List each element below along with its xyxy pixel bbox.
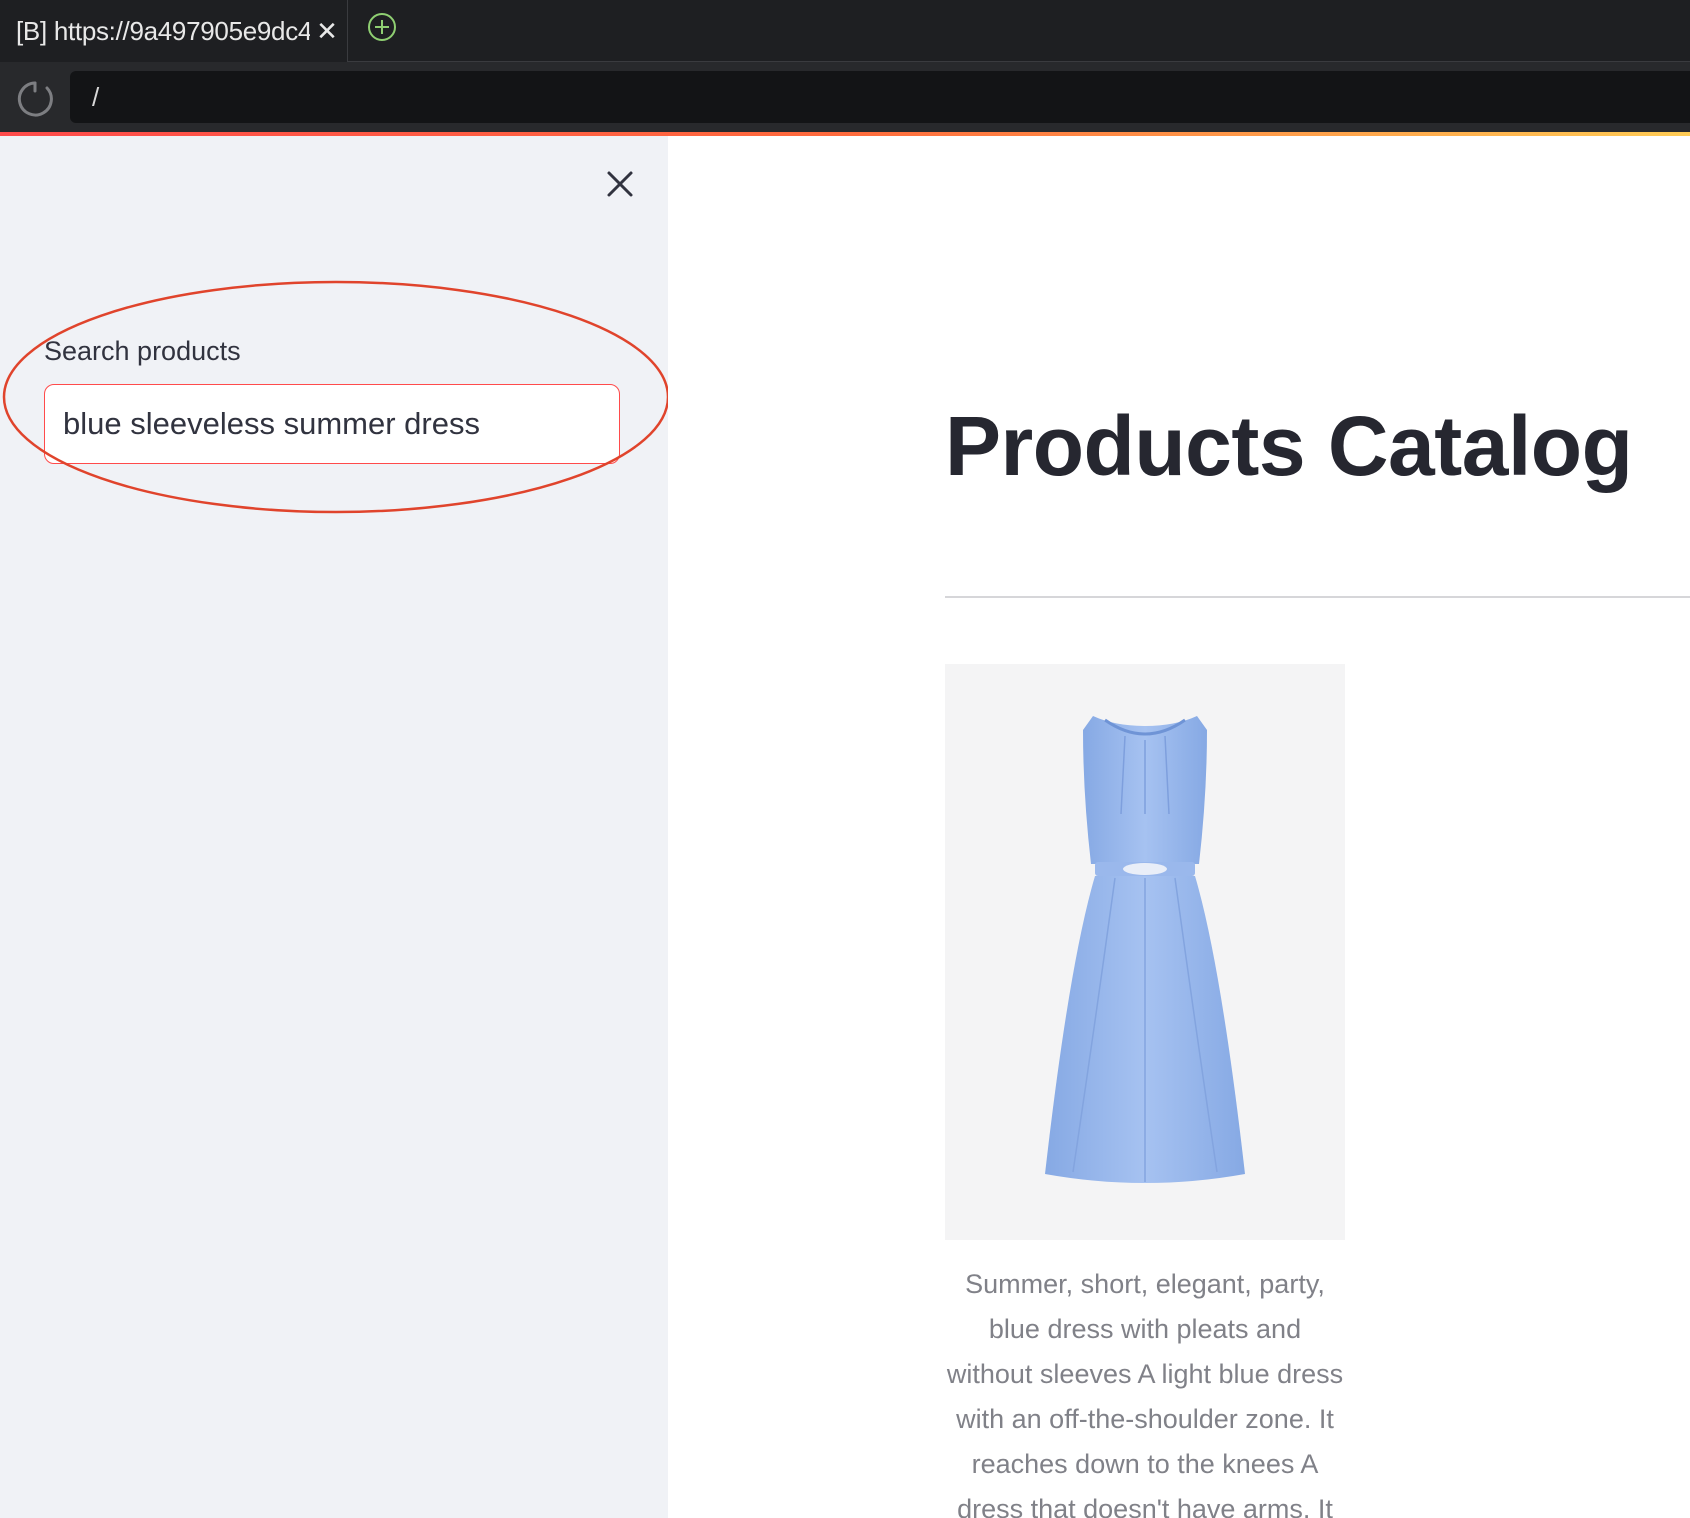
browser-tab-bar: [B] https://9a497905e9dc4 ✕ [0,0,1690,62]
address-text: / [92,81,100,112]
blue-dress-image [945,664,1345,1240]
plus-circle-icon[interactable] [367,12,397,42]
title-divider [945,596,1690,598]
main-content: Products Catalog Summer, short, elegant,… [668,136,1690,1518]
tab-title: [B] https://9a497905e9dc4 [16,15,310,46]
search-input[interactable] [44,384,620,464]
product-description: Summer, short, elegant, party, blue dres… [946,1269,1344,1518]
browser-nav-bar: / [0,62,1690,132]
address-bar[interactable]: / [70,71,1690,123]
reload-icon[interactable] [16,80,54,118]
browser-tab[interactable]: [B] https://9a497905e9dc4 ✕ [0,0,348,62]
search-label: Search products [44,336,241,366]
close-icon[interactable]: ✕ [316,18,338,44]
sidebar: Search products [0,136,668,1518]
product-card: Summer, short, elegant, party, blue dres… [945,664,1345,1518]
close-icon[interactable] [604,168,636,200]
page-title: Products Catalog [945,399,1633,493]
